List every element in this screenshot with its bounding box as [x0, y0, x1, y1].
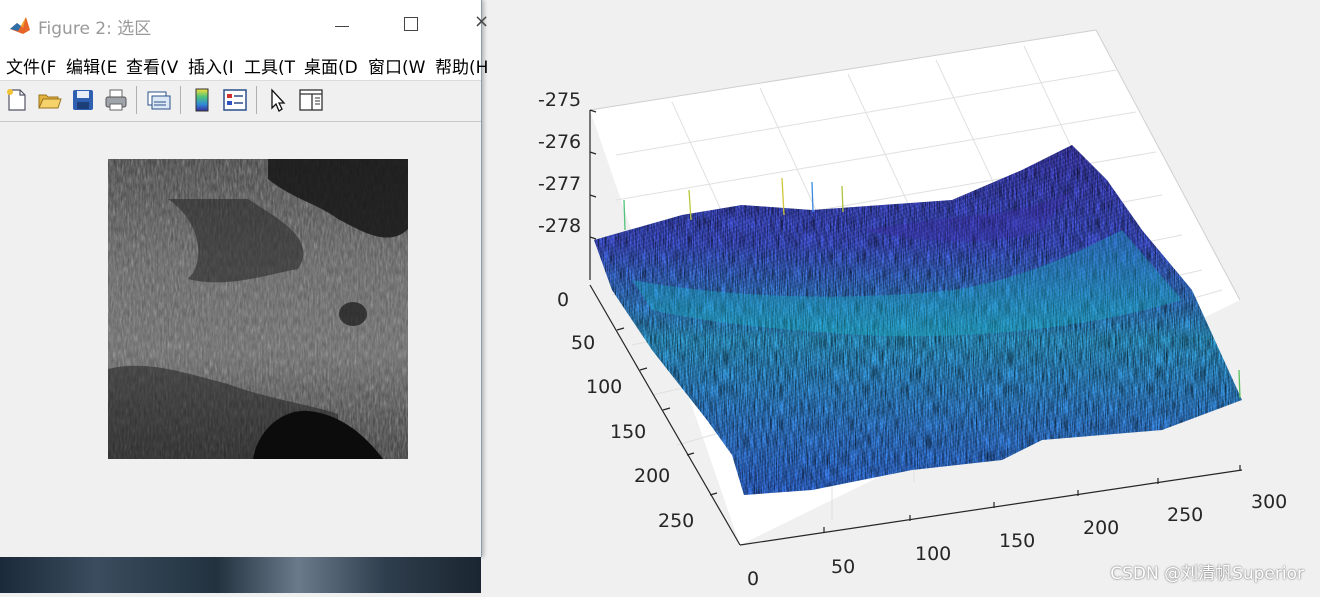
y-tick-label: 200 [634, 465, 670, 487]
matlab-logo-icon [9, 14, 31, 36]
window-title: Figure 2: 选区 [38, 19, 152, 39]
maximize-icon[interactable] [404, 17, 418, 31]
x-tick-label: 200 [1083, 517, 1119, 539]
menu-insert[interactable]: 插入(I [188, 53, 234, 78]
figure-toolbar [0, 80, 481, 122]
property-inspector-icon[interactable] [298, 87, 324, 113]
watermark: CSDN @刘清帆Superior [1110, 564, 1304, 584]
menu-view[interactable]: 查看(V [126, 53, 178, 78]
save-icon[interactable] [70, 87, 96, 113]
x-tick-label: 100 [915, 543, 951, 565]
z-tick-label: -276 [538, 131, 581, 153]
title-bar: Figure 2: 选区 × [0, 0, 489, 48]
menu-edit[interactable]: 编辑(E [66, 53, 117, 78]
x-tick-label: 300 [1251, 491, 1287, 513]
y-tick-label: 0 [557, 289, 569, 311]
x-tick-label: 150 [999, 530, 1035, 552]
toolbar-separator [256, 86, 257, 114]
z-tick-label: -278 [538, 215, 581, 237]
x-tick-label: 50 [831, 556, 855, 578]
menu-desktop[interactable]: 桌面(D [304, 53, 358, 78]
z-tick-label: -277 [538, 173, 581, 195]
desktop-background [0, 557, 481, 593]
new-figure-icon[interactable] [4, 87, 30, 113]
y-tick-label: 50 [571, 332, 595, 354]
y-tick-label: 150 [610, 421, 646, 443]
z-axis-ticks: -275 -276 -277 -278 [538, 89, 581, 237]
print-icon[interactable] [103, 87, 129, 113]
grayscale-image [108, 159, 408, 459]
x-tick-label: 250 [1167, 504, 1203, 526]
open-file-icon[interactable] [36, 87, 62, 113]
menu-help[interactable]: 帮助(H [435, 53, 488, 78]
figure-window: Figure 2: 选区 × 文件(F 编辑(E 查看(V 插入(I 工具(T … [0, 0, 489, 557]
toolbar-separator [136, 86, 137, 114]
z-tick-label: -275 [538, 89, 581, 111]
menu-window[interactable]: 窗口(W [368, 53, 425, 78]
select-pointer-icon[interactable] [265, 87, 291, 113]
legend-icon[interactable] [222, 87, 248, 113]
menu-bar: 文件(F 编辑(E 查看(V 插入(I 工具(T 桌面(D 窗口(W 帮助(H [0, 48, 488, 80]
y-tick-label: 250 [658, 510, 694, 532]
y-tick-label: 100 [586, 376, 622, 398]
minimize-icon[interactable] [333, 6, 355, 36]
menu-file[interactable]: 文件(F [6, 53, 56, 78]
colorbar-icon[interactable] [189, 87, 215, 113]
menu-tools[interactable]: 工具(T [244, 53, 295, 78]
link-plot-icon[interactable] [146, 87, 172, 113]
x-tick-label: 0 [747, 568, 759, 590]
surface-plot: -275 -276 -277 -278 0 50 100 150 200 250… [482, 0, 1320, 593]
toolbar-separator [180, 86, 181, 114]
